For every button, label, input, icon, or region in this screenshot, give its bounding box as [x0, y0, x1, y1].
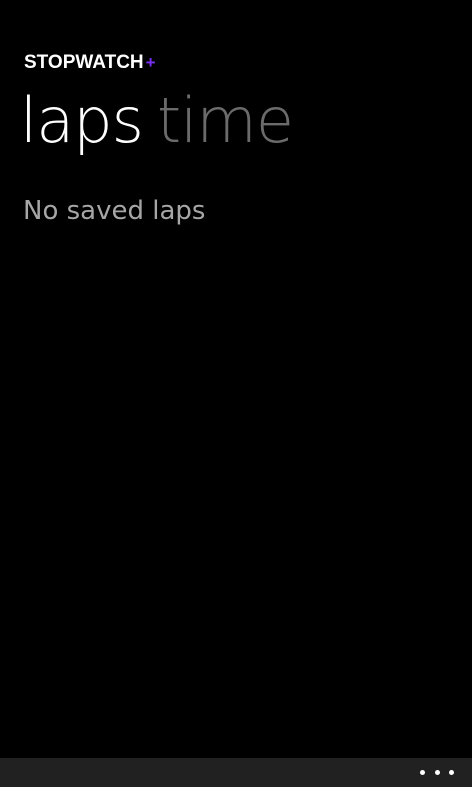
app-title-text: STOPWATCH	[24, 52, 144, 73]
app-bar	[0, 758, 472, 787]
tab-time[interactable]: time	[157, 76, 294, 166]
app-title-plus: +	[145, 53, 156, 72]
tab-laps[interactable]: laps	[20, 76, 144, 166]
pivot-headers: laps time	[20, 76, 307, 166]
ellipsis-icon	[449, 770, 454, 775]
empty-laps-message: No saved laps	[23, 196, 206, 226]
ellipsis-icon	[434, 770, 440, 775]
more-options-button[interactable]	[420, 758, 454, 787]
app-title: STOPWATCH +	[24, 52, 156, 74]
ellipsis-icon	[420, 770, 425, 775]
